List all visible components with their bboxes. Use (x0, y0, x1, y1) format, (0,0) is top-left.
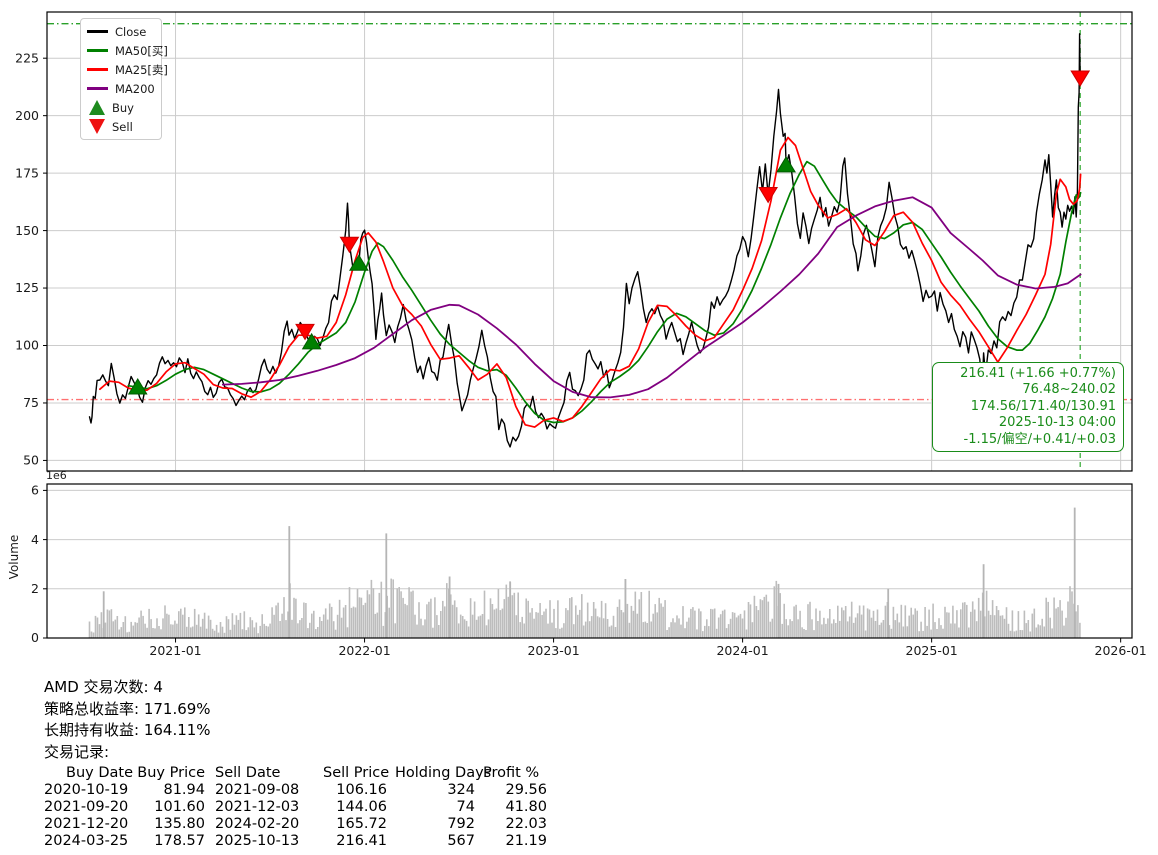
volume-bars (89, 508, 1081, 638)
trade-log-title: 交易记录: (44, 742, 547, 764)
legend-label: Close (115, 25, 146, 39)
trade-row: 2024-03-25178.572025-10-13216.4156721.19 (44, 833, 547, 850)
stock-chart-svg: 50 75 100 125 150 175 200 225 0 2 4 6 2021-01 2022-01… (0, 0, 1158, 668)
trade-cell: 41.80 (475, 799, 547, 816)
axes (47, 12, 1132, 638)
price-tick-label: 200 (15, 108, 39, 123)
volume-tick-label: 0 (31, 630, 39, 645)
volume-offset-label: 1e6 (46, 469, 67, 482)
price-tick-label: 125 (15, 280, 39, 295)
trade-cell: 81.94 (133, 782, 205, 799)
stock-figure: 50 75 100 125 150 175 200 225 0 2 4 6 2021-01 2022-01… (0, 0, 1158, 668)
trade-table: Buy Date Buy Price Sell Date Sell Price … (44, 765, 547, 850)
gridlines (47, 12, 1132, 589)
header-sell-date: Sell Date (205, 765, 315, 782)
trade-cell: 29.56 (475, 782, 547, 799)
date-tick-label: 2026-01 (1095, 643, 1147, 658)
volume-tick-label: 4 (31, 532, 39, 547)
trade-row: 2021-09-20101.602021-12-03144.067441.80 (44, 799, 547, 816)
trade-cell: 21.19 (475, 833, 547, 850)
annotation-range-line: 76.48~240.02 (940, 382, 1116, 398)
sell-marker (1071, 71, 1089, 86)
buy-marker (777, 157, 795, 172)
ma200-line-swatch (87, 87, 108, 90)
trade-rows: 2020-10-1981.942021-09-08106.1632429.562… (44, 782, 547, 850)
volume-tick-label: 2 (31, 581, 39, 596)
legend-label: Buy (112, 101, 134, 115)
header-buy-price: Buy Price (133, 765, 205, 782)
legend-label: MA50[买] (115, 43, 168, 59)
tick-labels: 50 75 100 125 150 175 200 225 0 2 4 6 2021-01 2022-01… (15, 50, 1147, 658)
date-tick-label: 2021-01 (149, 643, 201, 658)
annotation-ma-line: 174.56/171.40/130.91 (940, 399, 1116, 415)
annotation-signal-line: -1.15/偏空/+0.41/+0.03 (940, 432, 1116, 448)
legend-item-ma200: MA200 (87, 79, 155, 98)
volume-axis-label: Volume (7, 517, 21, 597)
legend-item-buy: Buy (87, 98, 155, 117)
strategy-return-line: 策略总收益率: 171.69% (44, 699, 547, 721)
ma25-line-swatch (87, 68, 108, 71)
date-tick-label: 2022-01 (338, 643, 390, 658)
trade-cell: 2021-09-08 (205, 782, 315, 799)
trade-cell: 22.03 (475, 816, 547, 833)
trade-count-line: AMD 交易次数: 4 (44, 677, 547, 699)
price-tick-label: 50 (23, 453, 39, 468)
trade-cell: 74 (387, 799, 475, 816)
legend-label: Sell (112, 120, 133, 134)
legend-item-close: Close (87, 22, 155, 41)
trade-cell: 178.57 (133, 833, 205, 850)
trade-cell: 2021-09-20 (44, 799, 133, 816)
legend-label: MA25[卖] (115, 62, 168, 78)
volume-tick-label: 6 (31, 483, 39, 498)
trade-cell: 2025-10-13 (205, 833, 315, 850)
buy-marker-swatch (89, 100, 105, 115)
price-tick-label: 75 (23, 395, 39, 410)
figure-page: 50 75 100 125 150 175 200 225 0 2 4 6 2021-01 2022-01… (0, 0, 1158, 855)
sell-marker-swatch (89, 119, 105, 134)
date-tick-label: 2025-01 (906, 643, 958, 658)
trade-row: 2021-12-20135.802024-02-20165.7279222.03 (44, 816, 547, 833)
legend-label: MA200 (115, 82, 155, 96)
ma50-line-swatch (87, 49, 108, 52)
hold-return-line: 长期持有收益: 164.11% (44, 720, 547, 742)
trade-cell: 2020-10-19 (44, 782, 133, 799)
price-tick-label: 225 (15, 50, 39, 65)
trade-cell: 2021-12-20 (44, 816, 133, 833)
header-buy-date: Buy Date (44, 765, 133, 782)
trade-cell: 792 (387, 816, 475, 833)
price-tick-label: 150 (15, 223, 39, 238)
annotation-date-line: 2025-10-13 04:00 (940, 415, 1116, 431)
legend-item-sell: Sell (87, 117, 155, 136)
legend-item-ma25: MA25[卖] (87, 60, 155, 79)
date-tick-label: 2024-01 (716, 643, 768, 658)
volume-plot-border (47, 484, 1132, 638)
header-profit: Profit % (475, 765, 547, 782)
legend-item-ma50: MA50[买] (87, 41, 155, 60)
header-sell-price: Sell Price (315, 765, 387, 782)
price-tick-label: 175 (15, 165, 39, 180)
trade-cell: 567 (387, 833, 475, 850)
trade-cell: 324 (387, 782, 475, 799)
sell-marker (759, 187, 777, 202)
trade-cell: 2021-12-03 (205, 799, 315, 816)
trade-cell: 2024-03-25 (44, 833, 133, 850)
date-tick-label: 2023-01 (527, 643, 579, 658)
trade-cell: 135.80 (133, 816, 205, 833)
header-holding-days: Holding Days (387, 765, 475, 782)
trade-table-header: Buy Date Buy Price Sell Date Sell Price … (44, 765, 547, 782)
legend: Close MA50[买] MA25[卖] MA200 Buy Sell (80, 18, 162, 140)
summary-block: AMD 交易次数: 4 策略总收益率: 171.69% 长期持有收益: 164.… (44, 677, 547, 850)
trade-cell: 106.16 (315, 782, 387, 799)
trade-cell: 101.60 (133, 799, 205, 816)
annotation-price-line: 216.41 (+1.66 +0.77%) (940, 366, 1116, 382)
price-tick-label: 100 (15, 338, 39, 353)
trade-cell: 144.06 (315, 799, 387, 816)
close-line-swatch (87, 30, 108, 33)
trade-cell: 165.72 (315, 816, 387, 833)
trade-cell: 2024-02-20 (205, 816, 315, 833)
trade-cell: 216.41 (315, 833, 387, 850)
annotation-box: 216.41 (+1.66 +0.77%) 76.48~240.02 174.5… (932, 362, 1124, 452)
trade-row: 2020-10-1981.942021-09-08106.1632429.56 (44, 782, 547, 799)
